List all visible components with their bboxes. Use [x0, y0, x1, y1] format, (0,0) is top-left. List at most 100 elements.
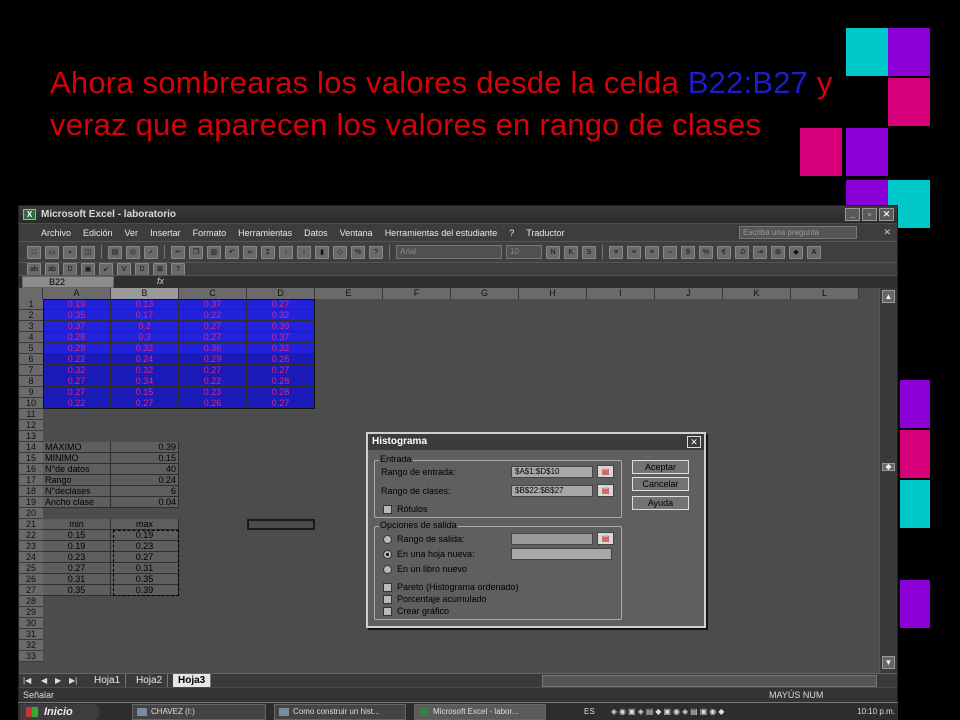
- last-sheet-icon[interactable]: ▶|: [69, 676, 77, 685]
- indent-icon[interactable]: ⇥: [753, 245, 767, 259]
- help-icon[interactable]: ?: [369, 245, 383, 259]
- sheet-tab-hoja3[interactable]: Hoja3: [173, 674, 212, 687]
- row-header[interactable]: 4: [19, 332, 43, 343]
- menu-herramientas-estudiante[interactable]: Herramientas del estudiante: [385, 228, 498, 238]
- row-header[interactable]: 1: [19, 299, 43, 310]
- name-box[interactable]: B22: [22, 276, 114, 288]
- undo-icon[interactable]: ↶: [225, 245, 239, 259]
- row-header[interactable]: 23: [19, 541, 43, 552]
- row-header[interactable]: 3: [19, 321, 43, 332]
- print-icon[interactable]: ▤: [108, 245, 122, 259]
- row-header[interactable]: 27: [19, 585, 43, 596]
- cell[interactable]: max: [111, 519, 179, 530]
- column-header[interactable]: G: [451, 288, 519, 299]
- decimal-icon[interactable]: .0: [735, 245, 749, 259]
- italic-icon[interactable]: K: [564, 245, 578, 259]
- menu-herramientas[interactable]: Herramientas: [238, 228, 292, 238]
- row-header[interactable]: 8: [19, 376, 43, 387]
- cell[interactable]: 6: [111, 486, 179, 497]
- row-header[interactable]: 12: [19, 420, 43, 431]
- cell[interactable]: 0.24: [111, 475, 179, 486]
- font-color-icon[interactable]: A: [807, 245, 821, 259]
- row-header[interactable]: 21: [19, 519, 43, 530]
- row-header[interactable]: 24: [19, 552, 43, 563]
- borders-icon[interactable]: ⊞: [771, 245, 785, 259]
- column-header[interactable]: L: [791, 288, 859, 299]
- hyperlink-icon[interactable]: ∞: [243, 245, 257, 259]
- menu-insertar[interactable]: Insertar: [150, 228, 181, 238]
- menu-traductor[interactable]: Traductor: [526, 228, 564, 238]
- menu-datos[interactable]: Datos: [304, 228, 328, 238]
- horizontal-scrollbar[interactable]: [542, 675, 877, 687]
- column-header[interactable]: B: [111, 288, 179, 299]
- sort-asc-icon[interactable]: ↑: [279, 245, 293, 259]
- font-size-select[interactable]: 10: [506, 245, 542, 259]
- bold-icon[interactable]: N: [546, 245, 560, 259]
- first-sheet-icon[interactable]: |◀: [23, 676, 31, 685]
- prev-sheet-icon[interactable]: ◀: [41, 676, 47, 685]
- cell[interactable]: 0.39: [111, 442, 179, 453]
- cell[interactable]: min: [43, 519, 111, 530]
- scroll-up-icon[interactable]: ▲: [882, 290, 895, 303]
- menu-ventana[interactable]: Ventana: [340, 228, 373, 238]
- input-range-field[interactable]: $A$1:$D$10: [511, 466, 593, 478]
- task-word[interactable]: Como construir un hist...: [274, 704, 406, 720]
- new-sheet-name-field[interactable]: [511, 548, 612, 560]
- drawing-icon[interactable]: ◇: [333, 245, 347, 259]
- row-header[interactable]: 10: [19, 398, 43, 409]
- cell[interactable]: MINIMO: [43, 453, 111, 464]
- align-center-icon[interactable]: ≡: [627, 245, 641, 259]
- bin-range-picker-icon[interactable]: ▤: [597, 484, 614, 497]
- cell[interactable]: Rango: [43, 475, 111, 486]
- menu-help[interactable]: ?: [509, 228, 514, 238]
- paste-icon[interactable]: ▥: [207, 245, 221, 259]
- cell[interactable]: N°declases: [43, 486, 111, 497]
- percent-icon[interactable]: %: [699, 245, 713, 259]
- fill-color-icon[interactable]: ◆: [789, 245, 803, 259]
- row-header[interactable]: 17: [19, 475, 43, 486]
- row-header[interactable]: 20: [19, 508, 43, 519]
- save-icon[interactable]: ▪: [63, 245, 77, 259]
- cell[interactable]: 40: [111, 464, 179, 475]
- cell[interactable]: 0.27: [43, 563, 111, 574]
- row-header[interactable]: 33: [19, 651, 43, 662]
- zoom-icon[interactable]: %: [351, 245, 365, 259]
- pareto-checkbox[interactable]: [383, 583, 392, 592]
- input-range-picker-icon[interactable]: ▤: [597, 465, 614, 478]
- ok-button[interactable]: Aceptar: [632, 460, 689, 474]
- column-header[interactable]: I: [587, 288, 655, 299]
- menu-edicion[interactable]: Edición: [83, 228, 113, 238]
- task-chavez[interactable]: CHAVEZ (I:): [132, 704, 266, 720]
- row-header[interactable]: 26: [19, 574, 43, 585]
- scroll-thumb[interactable]: ◆: [882, 463, 895, 471]
- align-left-icon[interactable]: ≡: [609, 245, 623, 259]
- chart-wizard-icon[interactable]: ▮: [315, 245, 329, 259]
- minimize-icon[interactable]: _: [845, 208, 860, 221]
- menu-ver[interactable]: Ver: [125, 228, 139, 238]
- output-range-picker-icon[interactable]: ▤: [597, 532, 614, 545]
- new-book-radio[interactable]: [383, 565, 392, 574]
- column-header[interactable]: H: [519, 288, 587, 299]
- next-sheet-icon[interactable]: ▶: [55, 676, 61, 685]
- workbook-close-icon[interactable]: ✕: [883, 227, 891, 238]
- sheet-tab-hoja1[interactable]: Hoja1: [89, 674, 127, 687]
- column-header[interactable]: C: [179, 288, 247, 299]
- cell[interactable]: 0.15: [43, 530, 111, 541]
- cell[interactable]: 0.23: [43, 552, 111, 563]
- output-range-radio[interactable]: [383, 535, 392, 544]
- start-button[interactable]: Inicio: [20, 704, 100, 720]
- sort-desc-icon[interactable]: ↓: [297, 245, 311, 259]
- row-header[interactable]: 31: [19, 629, 43, 640]
- language-indicator[interactable]: ES: [584, 707, 595, 716]
- row-header[interactable]: 14: [19, 442, 43, 453]
- currency-icon[interactable]: $: [681, 245, 695, 259]
- preview-icon[interactable]: ◎: [126, 245, 140, 259]
- scroll-down-icon[interactable]: ▼: [882, 656, 895, 669]
- column-header[interactable]: K: [723, 288, 791, 299]
- row-header[interactable]: 5: [19, 343, 43, 354]
- close-icon[interactable]: ✕: [879, 208, 894, 221]
- cell[interactable]: 0.35: [43, 585, 111, 596]
- row-header[interactable]: 13: [19, 431, 43, 442]
- cell[interactable]: Ancho clase: [43, 497, 111, 508]
- underline-icon[interactable]: S: [582, 245, 596, 259]
